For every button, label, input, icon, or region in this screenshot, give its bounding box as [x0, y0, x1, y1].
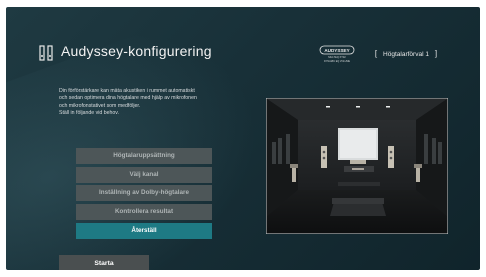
bracket-right: ]	[434, 49, 438, 58]
menu-item-check-results[interactable]: Kontrollera resultat	[76, 204, 212, 221]
menu-item-reset[interactable]: Återställ	[76, 222, 212, 239]
description-line: Ställ in följande vid behov.	[59, 109, 119, 116]
setup-screen: Audyssey-konfigurering AUDYSSEY MULTEQ X…	[6, 7, 480, 270]
page-title: Audyssey-konfigurering	[61, 43, 212, 59]
description-line: och sedan optimera dina högtalare med hj…	[59, 95, 197, 102]
description-line: Din förförstärkare kan mäta akustiken i …	[59, 88, 195, 94]
home-theater-room-illustration	[266, 98, 448, 234]
description-text: Din förförstärkare kan mäta akustiken i …	[59, 88, 271, 117]
bracket-left: [	[374, 49, 378, 58]
setup-menu: Högtalaruppsättning Välj kanal Inställni…	[76, 148, 212, 241]
speaker-pair-icon	[39, 45, 53, 61]
speaker-preset-indicator: [ Högtalarförval 1]	[364, 49, 448, 58]
start-button[interactable]: Starta	[59, 255, 149, 270]
svg-text:MULTEQ XT32: MULTEQ XT32	[328, 55, 346, 59]
menu-item-speaker-setup[interactable]: Högtalaruppsättning	[76, 148, 212, 164]
menu-item-select-channel[interactable]: Välj kanal	[76, 166, 212, 183]
description-line: och mikrofonstativet som medföljer.	[59, 102, 141, 109]
preset-label: Högtalarförval 1	[383, 51, 429, 58]
audyssey-logo: AUDYSSEY MULTEQ XT32 DYNAMIC EQ VOLUME	[319, 45, 355, 63]
svg-text:AUDYSSEY: AUDYSSEY	[324, 48, 349, 53]
menu-item-dolby-speaker-setup[interactable]: Inställning av Dolby-högtalare	[76, 185, 212, 202]
svg-text:DYNAMIC EQ VOLUME: DYNAMIC EQ VOLUME	[324, 60, 350, 63]
